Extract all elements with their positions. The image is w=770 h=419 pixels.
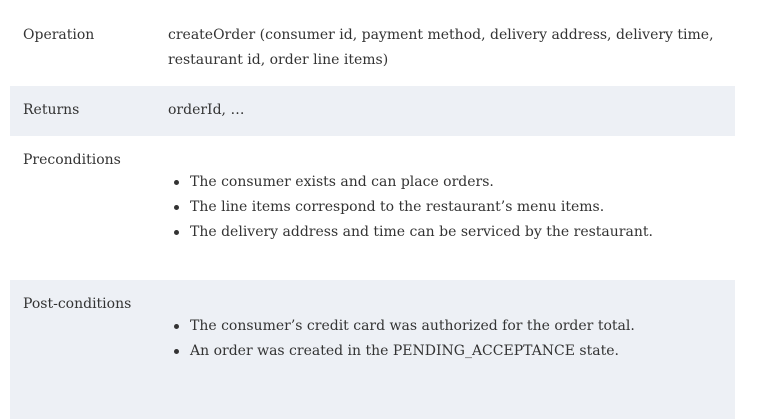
postconditions-list-container: The consumer’s credit card was authorize… (168, 314, 728, 364)
spec-row-postconditions: Post-conditions The consumer’s credit ca… (10, 280, 735, 419)
spec-row-preconditions: Preconditions The consumer exists and ca… (10, 136, 735, 280)
bullet-icon (174, 205, 179, 210)
list-item: The consumer’s credit card was authorize… (174, 314, 728, 339)
preconditions-list-container: The consumer exists and can place orders… (168, 170, 728, 245)
list-item-text: The consumer exists and can place orders… (190, 174, 494, 190)
row-label-preconditions: Preconditions (23, 152, 121, 168)
row-label-returns: Returns (23, 102, 80, 118)
spec-row-returns: Returns orderId, … (10, 86, 735, 136)
list-item-text: The consumer’s credit card was authorize… (190, 318, 635, 334)
postconditions-list: The consumer’s credit card was authorize… (168, 314, 728, 364)
bullet-icon (174, 349, 179, 354)
list-item: The line items correspond to the restaur… (174, 195, 728, 220)
bullet-icon (174, 180, 179, 185)
list-item-text: An order was created in the PENDING_ACCE… (190, 343, 619, 359)
list-item: An order was created in the PENDING_ACCE… (174, 339, 728, 364)
preconditions-list: The consumer exists and can place orders… (168, 170, 728, 245)
operation-signature: createOrder (consumer id, payment method… (168, 27, 714, 68)
spec-row-operation: Operation createOrder (consumer id, paym… (10, 10, 735, 86)
list-item-text: The line items correspond to the restaur… (190, 199, 605, 215)
list-item: The consumer exists and can place orders… (174, 170, 728, 195)
list-item-text: The delivery address and time can be ser… (190, 224, 653, 240)
row-label-postconditions: Post-conditions (23, 296, 132, 312)
list-item: The delivery address and time can be ser… (174, 220, 728, 245)
bullet-icon (174, 230, 179, 235)
row-label-operation: Operation (23, 27, 95, 43)
returns-value: orderId, … (168, 102, 245, 118)
bullet-icon (174, 324, 179, 329)
